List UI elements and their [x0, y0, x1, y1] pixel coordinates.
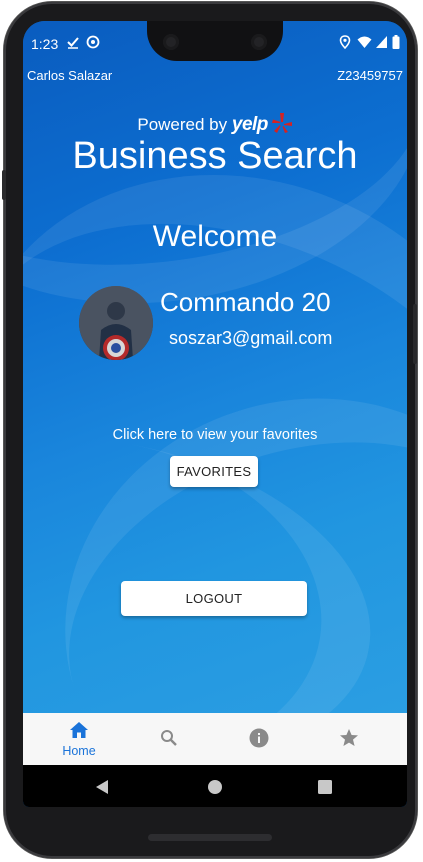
- recents-icon[interactable]: [318, 780, 332, 799]
- favorites-button[interactable]: FAVORITES: [170, 456, 258, 487]
- email: soszar3@gmail.com: [169, 328, 333, 348]
- status-bar: 1:23: [23, 21, 407, 65]
- search-icon: [160, 729, 178, 752]
- location-icon: [339, 35, 351, 52]
- tab-info[interactable]: [211, 713, 307, 765]
- back-icon[interactable]: [95, 779, 109, 800]
- welcome-heading: Welcome: [152, 220, 278, 253]
- battery-icon: [392, 35, 400, 52]
- avatar: [79, 286, 153, 360]
- favorites-prompt: Click here to view your favorites: [112, 427, 318, 443]
- student-id: Z23459757: [337, 68, 403, 83]
- status-time: 1:23: [31, 36, 59, 52]
- signal-icon: [375, 35, 388, 52]
- tab-home-label: Home: [62, 744, 96, 758]
- power-button: [413, 304, 417, 364]
- bottom-tab-bar: Home: [23, 713, 407, 765]
- screen: 1:23 Carlos Salazar Z23459757 Powered by…: [23, 21, 407, 807]
- yelp-logo: yelp: [231, 113, 269, 135]
- tab-search[interactable]: [121, 713, 217, 765]
- check-icon: [66, 35, 80, 52]
- user-full-name: Carlos Salazar: [27, 68, 113, 83]
- system-navigation-bar: [23, 765, 407, 807]
- bottom-speaker: [148, 834, 272, 841]
- wifi-icon: [357, 35, 372, 52]
- home-circle-icon[interactable]: [207, 779, 223, 800]
- volume-button: [2, 170, 6, 200]
- info-icon: [249, 728, 269, 753]
- star-icon: [339, 728, 359, 753]
- home-icon: [69, 721, 89, 744]
- powered-by-label: Powered by: [137, 114, 228, 134]
- at-sign-icon: [86, 35, 100, 52]
- camera-notch: [147, 21, 283, 61]
- app-title: Business Search: [72, 135, 358, 177]
- tab-favorites[interactable]: [301, 713, 397, 765]
- username: Commando 20: [160, 287, 331, 317]
- phone-frame: 1:23 Carlos Salazar Z23459757 Powered by…: [2, 2, 417, 858]
- tab-home[interactable]: Home: [31, 713, 127, 765]
- logout-button[interactable]: LOGOUT: [121, 581, 307, 616]
